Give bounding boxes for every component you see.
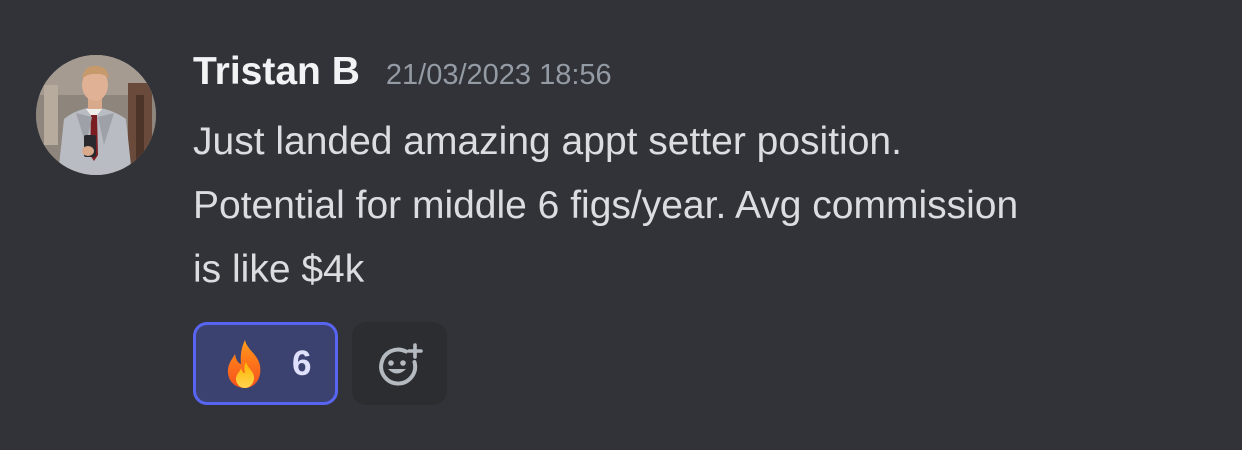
avatar-photo [36, 55, 156, 175]
message-line: Potential for middle 6 figs/year. Avg co… [193, 184, 1019, 227]
avatar[interactable] [36, 55, 156, 175]
add-reaction-button[interactable] [352, 322, 447, 405]
add-reaction-icon [378, 342, 423, 386]
message-line: Just landed amazing appt setter position… [193, 120, 902, 163]
message-content: Just landed amazing appt setter position… [193, 110, 1203, 302]
chat-message: Tristan B 21/03/2023 18:56 Just landed a… [0, 0, 1242, 450]
reactions-bar: 6 [193, 322, 447, 405]
reaction-fire[interactable]: 6 [193, 322, 338, 405]
message-header: Tristan B 21/03/2023 18:56 [193, 50, 612, 106]
fire-icon [227, 339, 261, 388]
username[interactable]: Tristan B [193, 50, 360, 94]
message-line: is like $4k [193, 248, 365, 291]
timestamp: 21/03/2023 18:56 [385, 59, 612, 91]
reaction-count: 6 [292, 343, 312, 383]
